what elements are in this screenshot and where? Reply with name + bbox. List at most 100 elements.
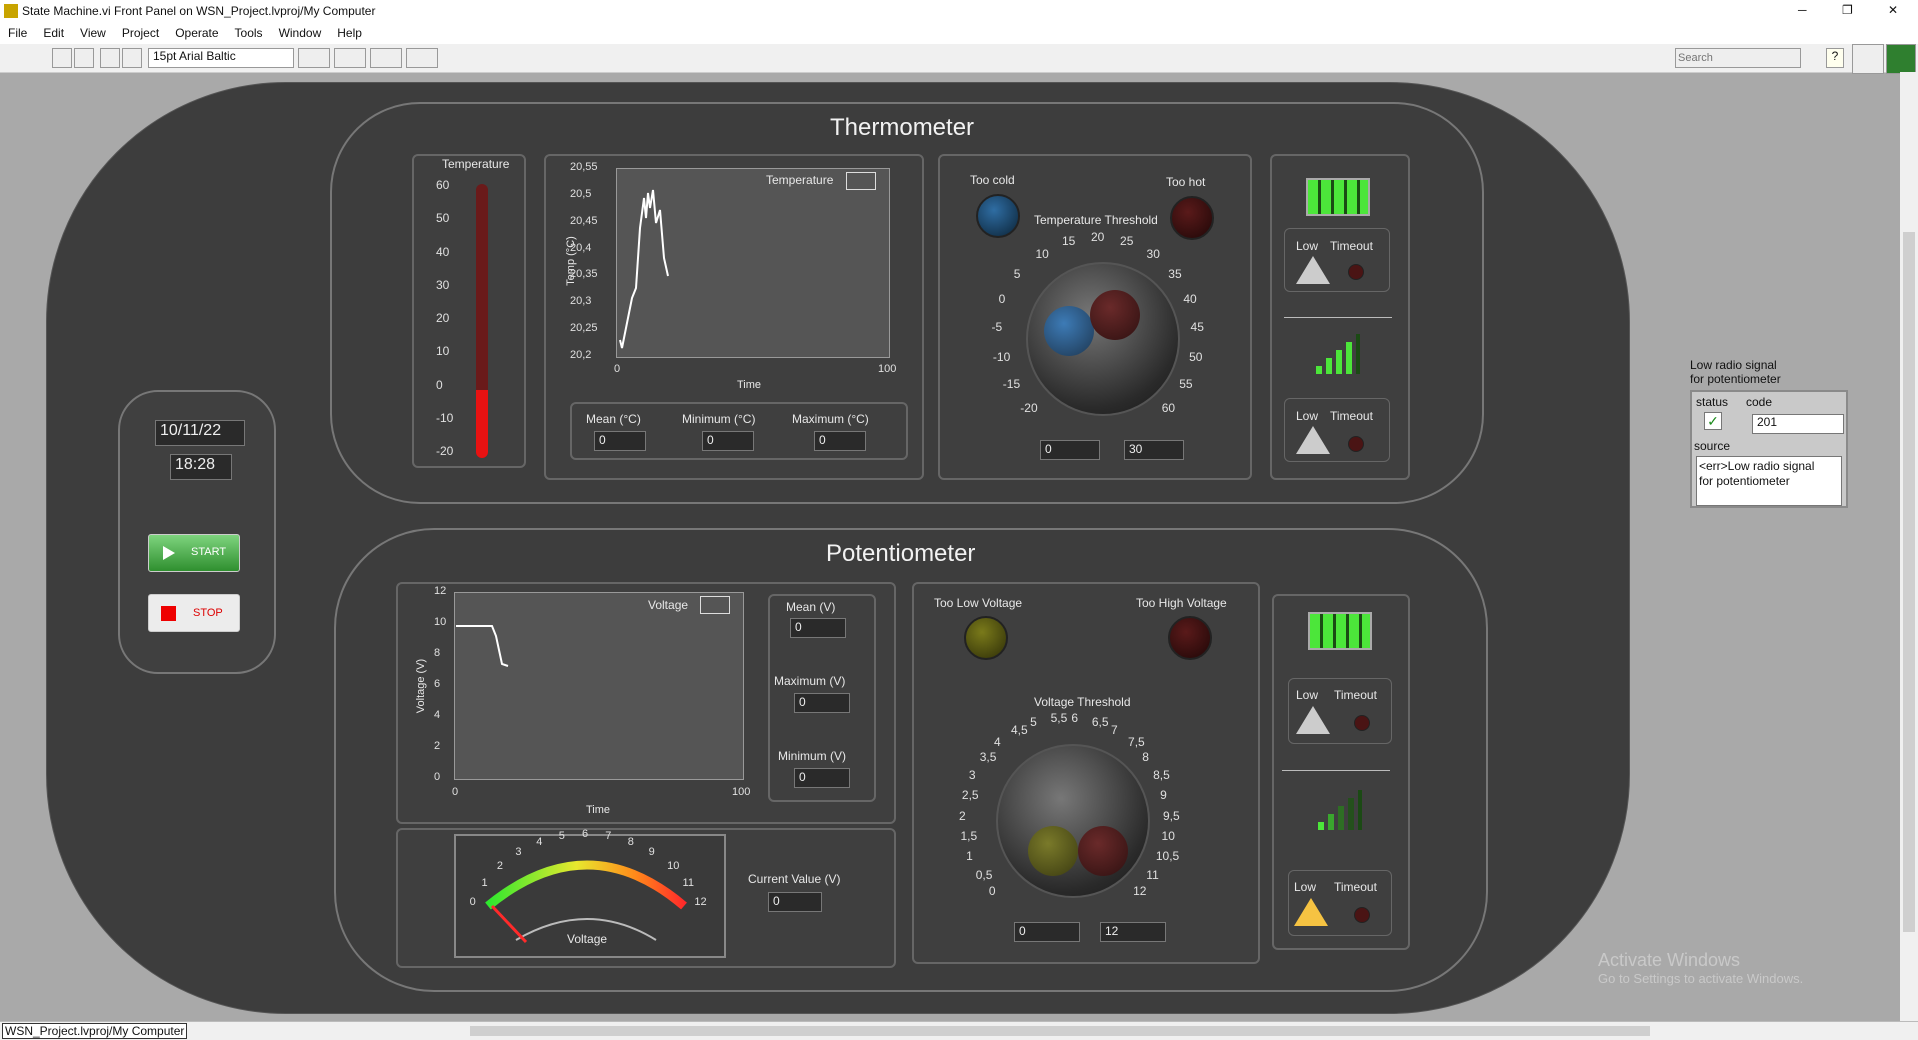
restore-button[interactable]: ❐: [1842, 3, 1853, 17]
mean-voltage-label: Mean (V): [786, 600, 836, 614]
temp-low-threshold[interactable]: 0: [1040, 440, 1100, 460]
resize-icon[interactable]: [370, 48, 402, 68]
menu-view[interactable]: View: [72, 24, 114, 42]
voltage-knob-tick: 9,5: [1162, 808, 1180, 823]
vertical-scrollbar[interactable]: [1900, 72, 1918, 1021]
voltage-ylabel: Voltage (V): [415, 658, 428, 714]
too-cold-label: Too cold: [970, 173, 1015, 187]
menu-edit[interactable]: Edit: [35, 24, 72, 42]
voltage-knob-tick: 7,5: [1128, 735, 1145, 750]
voltage-x-tick: 0: [452, 786, 459, 798]
gauge-tick: 12: [694, 896, 707, 909]
voltage-knob-tick: 4,5: [1011, 723, 1028, 738]
min-temp-label: Minimum (°C): [682, 412, 756, 426]
error-source-text[interactable]: <err>Low radio signal for potentiometer: [1696, 456, 1842, 506]
signal-bars-icon: [1316, 334, 1360, 374]
divider: [1284, 317, 1392, 318]
voltage-legend-icon[interactable]: [700, 596, 730, 614]
voltage-knob-tick: 6,5: [1091, 714, 1109, 729]
run-continuous-icon[interactable]: [74, 48, 94, 68]
mean-voltage-value: 0: [790, 618, 846, 638]
temp-bar-tick: 30: [436, 277, 450, 292]
help-button[interactable]: ?: [1826, 48, 1844, 68]
voltage-knob-tick: 12: [1133, 884, 1147, 899]
min-temp-value: 0: [702, 431, 754, 451]
temp-knob-tick: 15: [1061, 234, 1076, 249]
start-button[interactable]: START: [148, 534, 240, 572]
gauge-tick: 7: [605, 830, 612, 843]
too-high-voltage-label: Too High Voltage: [1136, 596, 1227, 610]
voltage-y-tick: 8: [434, 647, 441, 659]
temp-xlabel: Time: [737, 379, 762, 391]
voltage-high-threshold[interactable]: 12: [1100, 922, 1166, 942]
horizontal-scroll-thumb[interactable]: [470, 1026, 1650, 1036]
gauge-tick: 5: [558, 830, 565, 843]
temp-knob-low-marker: [1044, 306, 1094, 356]
temp-y-tick: 20,4: [570, 241, 592, 254]
window-title: State Machine.vi Front Panel on WSN_Proj…: [22, 4, 376, 18]
labview-icon: [4, 4, 18, 18]
date-display: 10/11/22: [155, 420, 245, 446]
voltage-y-tick: 2: [434, 740, 441, 752]
temp-knob-tick: 40: [1183, 291, 1197, 306]
status-bar: WSN_Project.lvproj/My Computer: [0, 1021, 1918, 1040]
warning-icon: [1296, 426, 1330, 454]
error-code-value[interactable]: 201: [1752, 414, 1844, 434]
activation-watermark: Activate Windows Go to Settings to activ…: [1598, 950, 1803, 986]
error-status-checkbox[interactable]: ✓: [1704, 412, 1722, 430]
low-label: Low: [1296, 239, 1319, 253]
warning-icon: [1296, 256, 1330, 284]
temp-knob-tick: 55: [1179, 377, 1193, 392]
menu-tools[interactable]: Tools: [227, 24, 271, 42]
low-label: Low: [1296, 409, 1319, 423]
temp-high-threshold[interactable]: 30: [1124, 440, 1184, 460]
voltage-y-tick: 6: [434, 678, 441, 690]
temp-legend-icon[interactable]: [846, 172, 876, 190]
align-icon[interactable]: [298, 48, 330, 68]
voltage-knob-title: Voltage Threshold: [1034, 695, 1131, 709]
run-arrow-icon[interactable]: [52, 48, 72, 68]
gauge-tick: 9: [648, 846, 655, 859]
thermometer-title: Thermometer: [830, 114, 975, 141]
font-select[interactable]: 15pt Arial Baltic: [148, 48, 294, 68]
menu-help[interactable]: Help: [329, 24, 370, 42]
distribute-icon[interactable]: [334, 48, 366, 68]
voltage-plot-line: [456, 625, 509, 667]
voltage-low-threshold[interactable]: 0: [1014, 922, 1080, 942]
abort-icon[interactable]: [100, 48, 120, 68]
current-value: 0: [768, 892, 822, 912]
minimize-button[interactable]: ─: [1798, 3, 1807, 17]
timeout-led: [1348, 436, 1364, 452]
error-title-line: for potentiometer: [1690, 372, 1781, 386]
temp-bar-tick: 60: [436, 178, 450, 192]
temp-y-tick: 20,25: [570, 322, 598, 335]
pause-icon[interactable]: [122, 48, 142, 68]
low-label: Low: [1294, 880, 1317, 894]
menu-operate[interactable]: Operate: [167, 24, 226, 42]
voltage-knob-tick: 2,5: [961, 787, 979, 802]
temp-knob-tick: 0: [998, 291, 1006, 306]
divider: [1282, 770, 1390, 771]
temp-legend: Temperature: [766, 173, 834, 187]
temp-knob-tick: 60: [1161, 400, 1176, 415]
error-source-label: source: [1694, 439, 1731, 453]
temp-y-tick: 20,2: [570, 349, 592, 361]
reorder-icon[interactable]: [406, 48, 438, 68]
voltage-threshold-knob[interactable]: [996, 744, 1150, 898]
voltage-knob-tick: 0,5: [975, 867, 993, 882]
menu-project[interactable]: Project: [114, 24, 167, 42]
temp-bar-tick: 20: [436, 311, 450, 325]
vi-icon[interactable]: [1886, 44, 1916, 74]
close-button[interactable]: ✕: [1888, 3, 1898, 17]
temp-knob-title: Temperature Threshold: [1034, 213, 1158, 227]
warning-icon: [1296, 706, 1330, 734]
voltage-knob-tick: 10: [1161, 829, 1175, 844]
watermark-title: Activate Windows: [1598, 950, 1741, 970]
menu-file[interactable]: File: [0, 24, 35, 42]
search-input[interactable]: [1675, 48, 1801, 68]
menu-window[interactable]: Window: [271, 24, 330, 42]
scroll-thumb[interactable]: [1903, 232, 1915, 932]
timeout-led: [1348, 264, 1364, 280]
stop-button[interactable]: STOP: [148, 594, 240, 632]
connector-pane-icon[interactable]: [1852, 44, 1884, 74]
